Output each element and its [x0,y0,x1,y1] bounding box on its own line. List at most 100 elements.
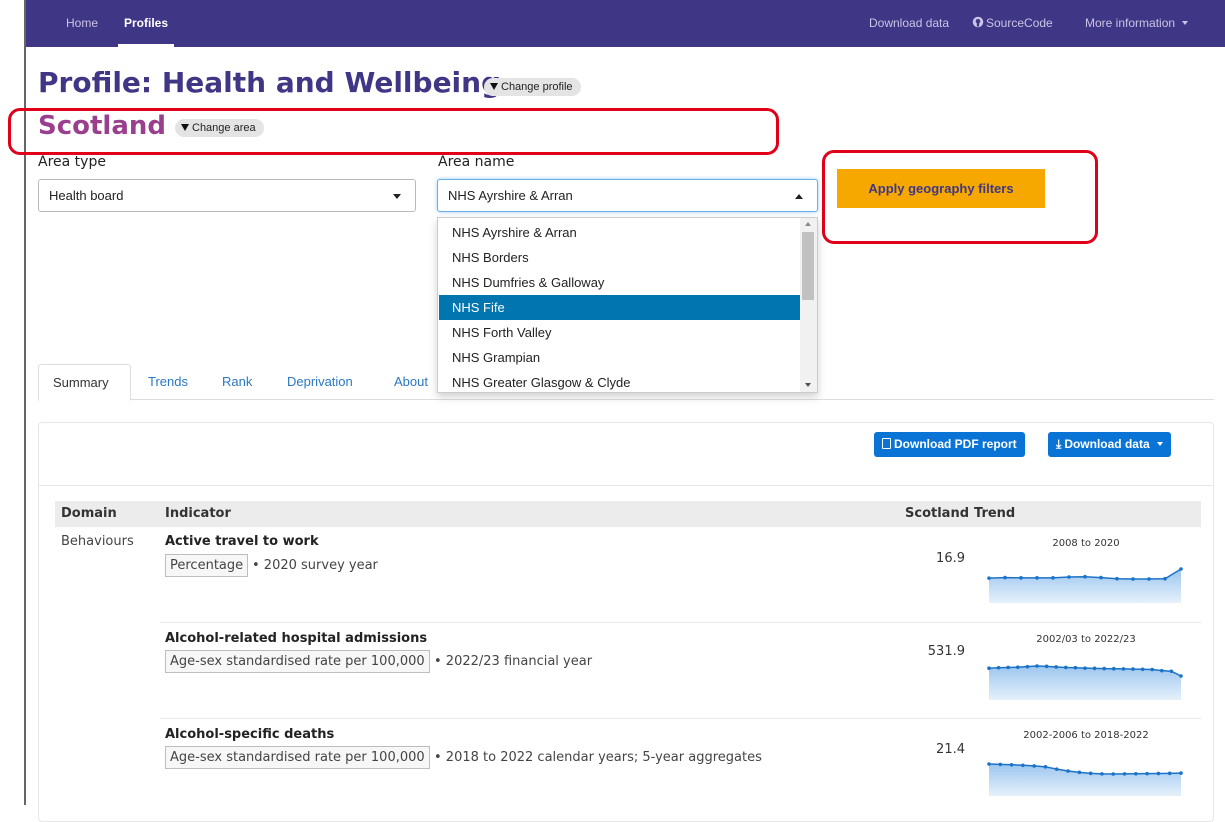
sparkline-point [1112,666,1116,671]
area-name-dropdown: NHS Ayrshire & Arran NHS Borders NHS Dum… [437,217,818,393]
period-text: • 2022/23 financial year [434,654,593,669]
nav-profiles[interactable]: Profiles [124,16,168,30]
sparkline-point [1021,763,1025,768]
area-type-select[interactable]: Health board [38,179,416,212]
download-pdf-label: Download PDF report [894,437,1017,451]
download-pdf-button[interactable]: Download PDF report [874,432,1025,457]
scrollbar-thumb[interactable] [802,232,814,300]
domain-behaviours: Behaviours [61,534,134,549]
top-navbar: Home Profiles Download data SourceCode M… [26,0,1225,47]
sparkline-point [1140,667,1145,672]
indicator-title: Active travel to work [165,534,319,549]
sparkline-point [987,762,991,766]
sparkline-point [1083,574,1087,579]
sparkline-point [1009,762,1014,767]
download-data-label: Download data [1064,437,1150,451]
tab-deprivation[interactable]: Deprivation [287,374,353,389]
dropdown-option[interactable]: NHS Dumfries & Galloway [439,270,800,295]
sparkline-point [998,762,1003,767]
sparkline-point [1115,576,1119,581]
sparkline-point [1150,667,1154,672]
dropdown-option[interactable]: NHS Ayrshire & Arran [439,220,800,245]
nav-source-code[interactable]: SourceCode [972,16,1053,30]
nav-download-data[interactable]: Download data [869,16,949,30]
sparkline-point [1131,667,1135,671]
header-trend: Trend [974,506,1016,521]
dropdown-option[interactable]: NHS Forth Valley [439,320,800,345]
sparkline-point [1099,575,1103,580]
area-name-select[interactable]: NHS Ayrshire & Arran [437,179,818,212]
filter-icon [490,83,498,90]
sparkline-point [1032,764,1036,768]
sparkline-point [1160,668,1164,673]
download-data-button[interactable]: ⤓ Download data [1048,432,1171,457]
sparkline-point [1147,577,1151,581]
caret-down-icon [1182,21,1189,25]
tab-trends[interactable]: Trends [148,374,188,389]
sparkline-point [1179,674,1183,678]
row-divider [160,622,1201,623]
sparkline-point [1035,576,1039,580]
trend-sparkline [987,567,1183,603]
sparkline-point [1016,665,1020,670]
scroll-up-arrow-icon[interactable] [805,222,811,226]
caret-up-icon [795,194,803,199]
caret-down-icon [393,194,401,199]
trend-sparkline [987,664,1183,700]
nav-more-information[interactable]: More information [1085,16,1189,30]
sparkline-point [1044,664,1049,669]
nav-home[interactable]: Home [66,16,98,30]
measure-badge: Age-sex standardised rate per 100,000 [165,746,430,769]
sparkline-point [1092,666,1097,671]
measure-badge: Age-sex standardised rate per 100,000 [165,650,430,673]
sparkline-point [1179,567,1183,571]
dropdown-option[interactable]: NHS Grampian [439,345,800,370]
annotation-box-area [8,108,779,155]
sparkline-point [1035,664,1039,668]
sparkline-point [1131,577,1135,581]
sparkline-point [1051,576,1055,580]
sparkline-point [1064,665,1068,670]
trend-range: 2002/03 to 2022/23 [1036,634,1136,645]
area-type-value: Health board [49,188,124,203]
scroll-down-arrow-icon[interactable] [805,383,811,387]
trend-range: 2002-2006 to 2018-2022 [1023,730,1149,741]
sparkline-point [1122,772,1127,776]
measure-badge: Percentage [165,554,249,577]
sparkline-point [1102,666,1106,671]
tab-summary[interactable]: Summary [38,364,131,401]
sparkline-point [1066,769,1070,773]
period-text: • 2018 to 2022 calendar years; 5-year ag… [434,750,762,765]
tabs-divider [38,399,1214,400]
github-icon [972,16,984,28]
download-icon: ⤓ [1056,437,1062,451]
sparkline-point [1179,771,1183,775]
trend-sparkline [987,762,1183,796]
sparkline-point [1167,771,1172,776]
apply-geography-filters-button[interactable]: Apply geography filters [837,169,1045,208]
dropdown-option[interactable]: NHS Greater Glasgow & Clyde [439,370,800,392]
sparkline-point [1073,665,1078,670]
area-type-label: Area type [38,154,106,170]
pdf-icon [882,438,891,449]
caret-down-icon [1157,442,1163,446]
row-divider [160,718,1201,719]
nav-source-code-label: SourceCode [986,16,1053,30]
sparkline-point [1121,667,1126,671]
tab-rank[interactable]: Rank [222,374,252,389]
sparkline-point [1003,575,1007,580]
change-profile-label: Change profile [501,81,573,93]
sparkline-point [1163,576,1167,581]
sparkline-point [1083,666,1087,670]
sparkline-point [987,666,991,671]
change-profile-button[interactable]: Change profile [484,78,581,96]
sparkline-point [1156,771,1161,776]
sparkline-point [1100,772,1104,776]
indicator-title: Alcohol-specific deaths [165,727,335,742]
dropdown-option[interactable]: NHS Borders [439,245,800,270]
dropdown-scrollbar[interactable] [800,218,817,392]
sparkline-area [989,569,1181,603]
dropdown-option-highlighted[interactable]: NHS Fife [439,295,800,320]
page-title: Profile: Health and Wellbeing [38,66,502,99]
tab-about[interactable]: About [394,374,428,389]
